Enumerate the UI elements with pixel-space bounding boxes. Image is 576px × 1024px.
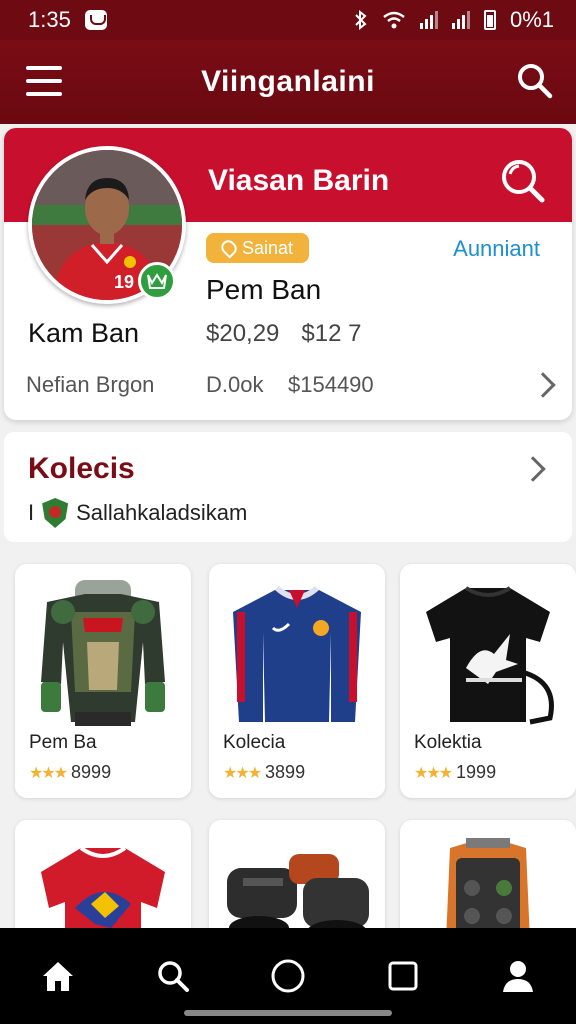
status-bar: 1:35 0%1 [0, 0, 576, 40]
square-icon [388, 961, 418, 991]
battery-level: 0%1 [509, 7, 554, 32]
banner-title: Viasan Barin [208, 164, 390, 197]
stats-row[interactable]: Nefian Brgon D.0ok $154490 [26, 368, 556, 402]
signal-icon-2 [451, 11, 470, 29]
verified-badge-icon [138, 262, 176, 300]
status-badge[interactable]: Sainat [206, 233, 310, 263]
profile-card[interactable]: Viasan Barin 19 Sainat Aunniant Pem Ban … [4, 128, 572, 420]
subtitle-text: Sallahkaladsikam [76, 500, 248, 525]
status-badge-label: Sainat [242, 237, 294, 258]
product-card[interactable]: Pem Ba ★★★ 8999 [15, 564, 191, 798]
product-rating: ★★★ 8999 [29, 762, 111, 783]
product-rating-value: 8999 [71, 762, 112, 782]
home-icon [42, 962, 73, 991]
status-time: 1:35 [28, 7, 71, 32]
app-bar: Viinganlaini [0, 40, 576, 124]
search-icon[interactable] [498, 156, 546, 204]
collection-title: Kolecis [28, 452, 135, 485]
armor-suit-image [41, 580, 165, 726]
location-pin-icon [218, 237, 240, 259]
star-rating-icon: ★★★ [223, 764, 262, 782]
chevron-right-icon[interactable] [520, 456, 546, 482]
search-icon [158, 961, 189, 992]
svg-text:19: 19 [114, 272, 134, 292]
account-link[interactable]: Aunniant [453, 236, 540, 262]
stat-value: D.0ok [206, 372, 264, 397]
search-icon[interactable] [514, 60, 554, 100]
product-rating-value: 1999 [456, 762, 497, 782]
wifi-icon [383, 11, 405, 29]
price-1: $20,29 [206, 320, 280, 347]
nav-home[interactable] [30, 948, 86, 1004]
nav-profile[interactable] [490, 948, 546, 1004]
product-name: Kolektia [414, 732, 482, 753]
tshirt-image [426, 586, 554, 725]
home-indicator[interactable] [184, 1010, 392, 1016]
product-name: Kolecia [223, 732, 286, 753]
profile-name-right: Pem Ban [206, 274, 322, 305]
collection-subtitle: I Sallahkaladsikam [28, 498, 247, 528]
product-rating: ★★★ 1999 [414, 762, 496, 783]
person-icon [503, 961, 534, 992]
price-row: $20,29 $12 7 [206, 320, 361, 348]
star-rating-icon: ★★★ [29, 764, 68, 782]
nav-search[interactable] [145, 948, 201, 1004]
price-2: $12 7 [301, 320, 362, 347]
bluetooth-icon [355, 10, 367, 30]
product-card[interactable]: Kolecia ★★★ 3899 [209, 564, 385, 798]
notification-icon [84, 10, 107, 30]
jersey-image [233, 586, 361, 722]
product-rating-value: 3899 [265, 762, 306, 782]
circle-icon [271, 959, 305, 993]
product-card[interactable]: Kolektia ★★★ 1999 [400, 564, 576, 798]
signal-icon [419, 11, 438, 29]
product-rating: ★★★ 3899 [223, 762, 305, 783]
battery-icon [483, 10, 496, 30]
nav-circle[interactable] [260, 948, 316, 1004]
stat-label: Nefian Brgon [26, 372, 155, 397]
hamburger-icon[interactable] [26, 66, 62, 96]
club-crest-icon [42, 498, 69, 528]
nav-square[interactable] [375, 948, 431, 1004]
collection-section[interactable]: Kolecis I Sallahkaladsikam [4, 432, 572, 542]
star-rating-icon: ★★★ [414, 764, 453, 782]
app-title: Viinganlaini [201, 65, 375, 98]
stat-amount: $154490 [288, 372, 374, 397]
product-name: Pem Ba [29, 732, 97, 753]
status-right: 0%1 [354, 7, 554, 33]
subtitle-prefix: I [28, 500, 35, 525]
chevron-right-icon[interactable] [530, 372, 556, 398]
profile-name: Kam Ban [28, 318, 140, 348]
status-left: 1:35 [28, 7, 107, 33]
